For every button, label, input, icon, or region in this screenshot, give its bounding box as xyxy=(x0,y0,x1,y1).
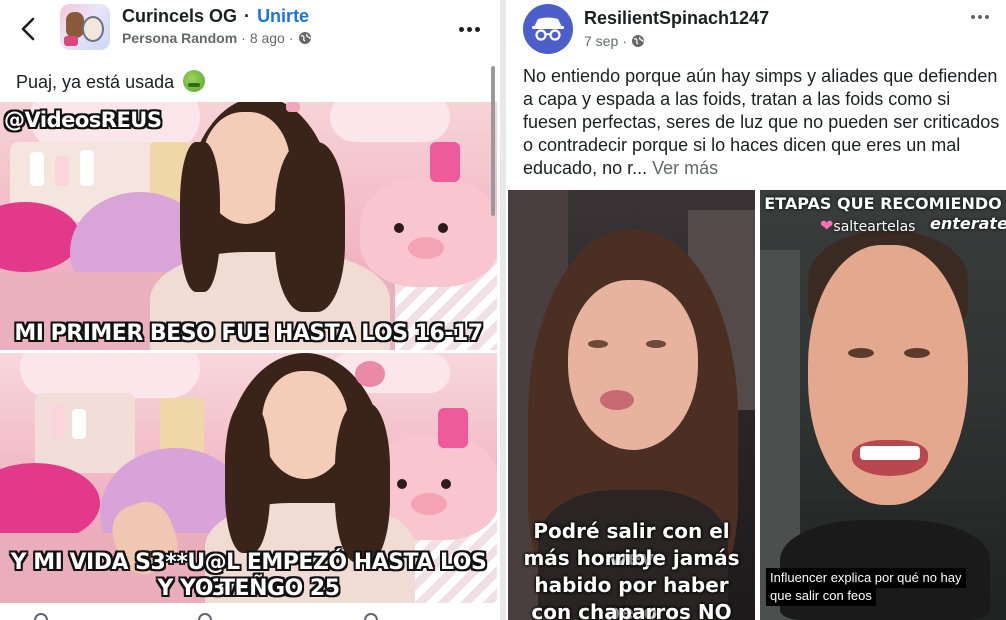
group-name[interactable]: Curincels OG xyxy=(122,6,237,26)
post-time[interactable]: 7 sep xyxy=(584,33,618,49)
video2-tag: enterate xyxy=(930,214,1006,233)
post-body-text: No entiendo porque aún hay simps y aliad… xyxy=(523,66,1000,178)
post-meta: Persona Random · 8 ago · xyxy=(122,30,312,46)
join-group-link[interactable]: Unirte xyxy=(257,6,309,26)
left-post: Curincels OG · Unirte Persona Random · 8… xyxy=(0,0,500,620)
video2-title: ETAPAS QUE RECOMIENDO xyxy=(764,194,1002,213)
video-frame-bottom[interactable]: Y MI VIDA S3**U@L EMPEZÓ HASTA LOS 23 AÑ… xyxy=(0,353,497,603)
back-arrow-icon[interactable] xyxy=(16,16,42,42)
post-meta: 7 sep · xyxy=(584,33,645,49)
post-body: No entiendo porque aún hay simps y aliad… xyxy=(523,65,1001,180)
public-globe-icon xyxy=(298,31,312,45)
comment-icon[interactable] xyxy=(198,613,212,620)
like-icon[interactable] xyxy=(34,613,48,620)
share-icon[interactable] xyxy=(364,613,378,620)
video1-caption-line2: más horrible jamás xyxy=(523,546,740,570)
meta-separator: · xyxy=(241,30,246,46)
heart-icon: ❤ xyxy=(820,218,834,235)
scrollbar[interactable] xyxy=(491,66,495,216)
post-author[interactable]: Persona Random xyxy=(122,30,237,46)
see-more-link[interactable]: Ver más xyxy=(652,158,718,178)
video2-handle-row: ❤salteartelas xyxy=(820,216,915,236)
caption-top: MI PRIMER BESO FUE HASTA LOS 16-17 xyxy=(14,321,483,346)
video2-handle: salteartelas xyxy=(833,219,916,235)
video1-caption-line4: con chaparros NO xyxy=(531,600,732,620)
video2-caption-line1: Influencer explica por qué no hay xyxy=(766,568,966,588)
title-separator: · xyxy=(244,6,251,26)
more-options-icon[interactable] xyxy=(966,7,994,27)
post-text: Puaj, ya está usada xyxy=(16,70,206,93)
group-avatar[interactable] xyxy=(60,4,110,50)
video2-caption-line2: que salir con feos xyxy=(766,586,876,606)
reaction-bar xyxy=(0,603,497,620)
post-text-content: Puaj, ya está usada xyxy=(16,72,175,92)
watermark: @VideosREUS xyxy=(4,108,162,132)
meta-separator: · xyxy=(288,30,294,46)
caption-bottom-line2: Y YO TENGO 25 xyxy=(157,576,340,601)
post-username[interactable]: ResilientSpinach1247 xyxy=(584,8,769,29)
public-globe-icon xyxy=(631,34,645,48)
more-options-icon[interactable] xyxy=(455,19,483,39)
nauseated-face-icon xyxy=(183,70,206,92)
video-frame-top[interactable]: @VideosREUS MI PRIMER BESO FUE HASTA LOS… xyxy=(0,102,497,350)
video-thumbnail-2[interactable]: ETAPAS QUE RECOMIENDO ❤salteartelas ente… xyxy=(760,190,1006,620)
group-title-row: Curincels OG · Unirte xyxy=(122,6,309,27)
right-post: ResilientSpinach1247 7 sep · No entiendo… xyxy=(506,0,1006,620)
video-thumbnail-1[interactable]: Podré salir con el wey más horrible jamá… xyxy=(508,190,755,620)
anonymous-avatar[interactable] xyxy=(523,4,573,54)
incognito-icon xyxy=(532,17,564,41)
meta-separator: · xyxy=(622,33,627,49)
post-time[interactable]: 8 ago xyxy=(250,30,285,46)
